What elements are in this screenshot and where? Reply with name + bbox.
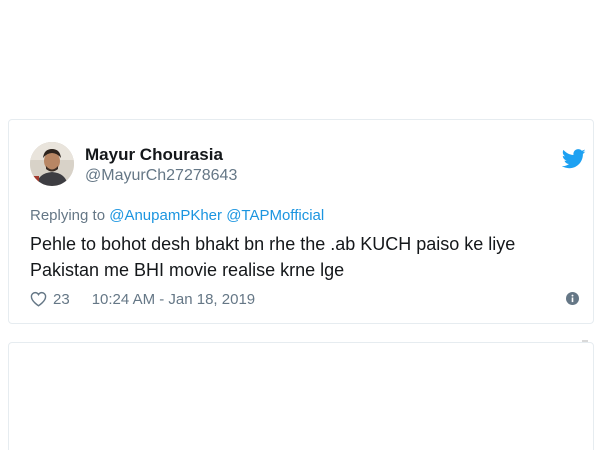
tweet-card[interactable]: Mayur Chourasia @MayurCh27278643 Replyin… [8, 119, 594, 324]
tweet-timestamp[interactable]: 10:24 AM - Jan 18, 2019 [92, 291, 255, 308]
display-name[interactable]: Mayur Chourasia [85, 145, 223, 165]
twitter-bird-icon[interactable] [562, 149, 586, 169]
mention-tapmofficial[interactable]: @TAPMofficial [226, 207, 324, 224]
tweet-footer: 23 10:24 AM - Jan 18, 2019 [30, 289, 255, 309]
tweet-text: Pehle to bohot desh bhakt bn rhe the .ab… [30, 231, 580, 283]
scroll-indicator [582, 340, 588, 342]
mention-anupampkher[interactable]: @AnupamPKher [109, 207, 222, 224]
user-handle[interactable]: @MayurCh27278643 [85, 167, 237, 185]
like-count[interactable]: 23 [53, 291, 70, 308]
heart-icon[interactable] [30, 291, 47, 307]
replying-to: Replying to @AnupamPKher @TAPMofficial [30, 207, 324, 224]
info-icon[interactable] [566, 292, 579, 305]
next-card-edge [8, 342, 594, 450]
replying-prefix: Replying to [30, 207, 106, 224]
avatar[interactable] [30, 142, 74, 186]
page: Mayur Chourasia @MayurCh27278643 Replyin… [0, 0, 600, 450]
tweet-text-line-1: Pehle to bohot desh bhakt bn rhe the .ab… [30, 234, 516, 254]
tweet-text-line-2: Pakistan me BHI movie realise krne lge [30, 260, 345, 280]
